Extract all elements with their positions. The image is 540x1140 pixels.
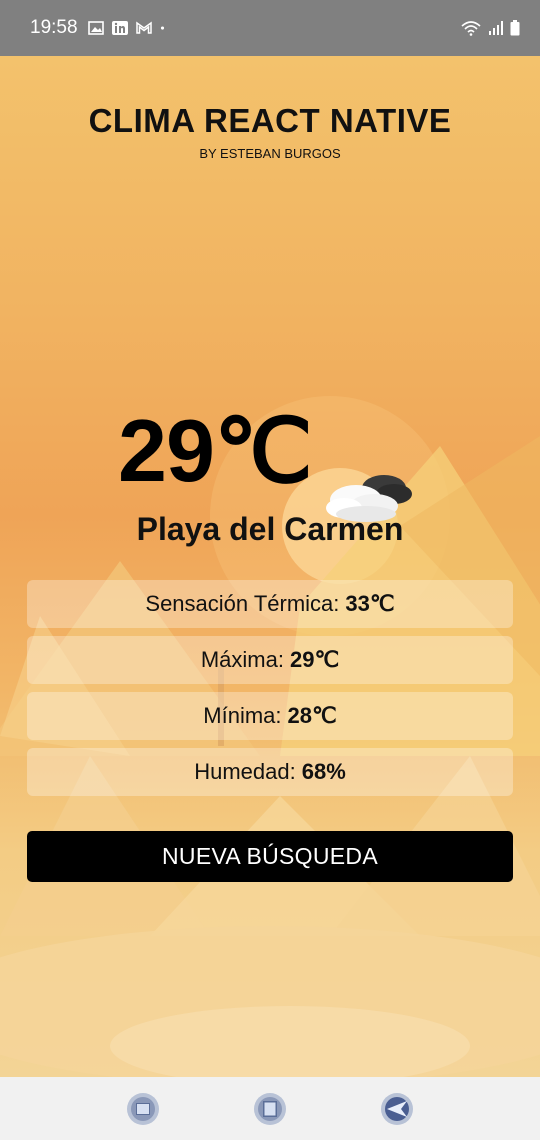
image-icon bbox=[87, 21, 104, 35]
city-name: Playa del Carmen bbox=[136, 511, 404, 547]
max-temp-label: Máxima: bbox=[200, 647, 284, 672]
system-nav-bar bbox=[0, 1077, 540, 1140]
background-illustration bbox=[0, 396, 540, 1077]
linkedin-icon bbox=[111, 21, 128, 35]
max-temp-row: Máxima: 29℃ bbox=[27, 636, 513, 684]
current-temperature: 29℃ bbox=[118, 401, 313, 500]
gmail-icon bbox=[135, 21, 152, 34]
min-temp-value: 28℃ bbox=[287, 703, 337, 728]
feels-like-label: Sensación Térmica: bbox=[145, 591, 340, 616]
back-icon[interactable] bbox=[380, 1092, 414, 1126]
max-temp-value: 29℃ bbox=[289, 647, 340, 672]
app-subtitle: BY ESTEBAN BURGOS bbox=[199, 146, 341, 161]
status-time: 19:58 bbox=[30, 17, 78, 38]
wifi-icon bbox=[461, 21, 481, 36]
status-right-icons bbox=[460, 20, 520, 36]
signal-icon bbox=[489, 21, 503, 35]
humidity-row: Humedad: 68% bbox=[27, 748, 513, 796]
new-search-button[interactable]: NUEVA BÚSQUEDA bbox=[27, 831, 513, 882]
status-bar: 19:58 bbox=[0, 0, 540, 56]
app-title: CLIMA REACT NATIVE bbox=[88, 102, 452, 139]
min-temp-row: Mínima: 28℃ bbox=[27, 692, 513, 740]
recent-apps-icon[interactable] bbox=[126, 1092, 160, 1126]
dot-icon bbox=[160, 26, 164, 30]
min-temp-label: Mínima: bbox=[203, 703, 282, 728]
feels-like-value: 33℃ bbox=[345, 591, 395, 616]
home-icon[interactable] bbox=[253, 1092, 287, 1126]
humidity-label: Humedad: bbox=[194, 759, 296, 784]
humidity-value: 68% bbox=[301, 759, 346, 784]
weather-app: CLIMA REACT NATIVE BY ESTEBAN BURGOS 29℃… bbox=[0, 56, 540, 1077]
feels-like-row: Sensación Térmica: 33℃ bbox=[27, 580, 513, 628]
battery-icon bbox=[510, 20, 520, 36]
